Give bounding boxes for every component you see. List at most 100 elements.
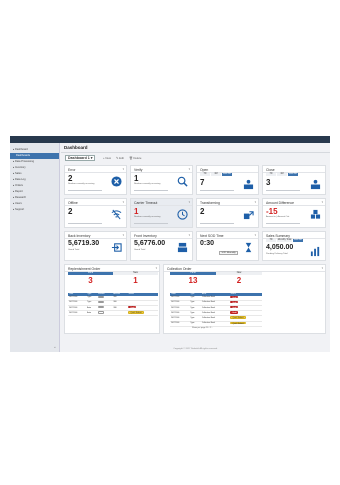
number-input[interactable]: [97, 295, 104, 298]
close-card[interactable]: Close 7D 1M Last 6D 3: [262, 165, 326, 195]
tab-monthly-total[interactable]: Monthly Total: [277, 239, 293, 242]
card-menu-icon[interactable]: ▾: [322, 266, 323, 270]
error-card[interactable]: Error ▾ 2 Number currently occurring: [64, 165, 127, 195]
carrier-timeout-count: 1: [134, 207, 139, 216]
status-badge[interactable]: Hold: [230, 311, 239, 314]
dashboard-select[interactable]: Dashboard 1 ▾: [65, 155, 95, 161]
app-window: ▸ Dashboard Dashboards ▸ Data Processing…: [10, 136, 330, 352]
header-divider: [61, 152, 330, 153]
collection-table: Order Type Bank Status 20171106 Type Colle…: [170, 293, 262, 327]
error-x-icon: [111, 176, 122, 187]
verify-count: 1: [134, 174, 139, 183]
card-menu-icon[interactable]: ▾: [189, 233, 190, 237]
sales-summary-value: 4,050.00: [266, 244, 294, 251]
type-cell: Type: [189, 321, 201, 327]
tab-7d[interactable]: 7D: [266, 239, 277, 242]
open-count: 7: [200, 178, 205, 187]
orders-tabs: Pend New: [170, 272, 262, 275]
amount-cell: [112, 310, 128, 317]
card-menu-icon[interactable]: ▾: [189, 167, 190, 171]
pend-tab[interactable]: Pend: [170, 272, 216, 275]
tab-1m[interactable]: 1M: [211, 173, 222, 176]
status-badge[interactable]: Hold: [128, 306, 137, 309]
card-menu-icon[interactable]: ▾: [322, 200, 323, 204]
pend-count: 13: [188, 276, 198, 285]
card-title: Carrier Timeout: [134, 200, 158, 205]
sidebar: ▸ Dashboard Dashboards ▸ Data Processing…: [10, 143, 60, 352]
card-menu-icon[interactable]: ▾: [189, 200, 190, 204]
front-inventory-card[interactable]: Front Inventory ▾ 5,6776.00 Grand Total: [130, 231, 193, 261]
sidebar-item-support[interactable]: ▸ Support: [10, 207, 59, 213]
error-count: 2: [68, 174, 73, 183]
transform-icon: [243, 211, 254, 220]
status-badge[interactable]: Hold: [230, 295, 239, 299]
collection-order-card: Collection Order ▾ Pend New 13 2 Order T…: [163, 264, 326, 334]
top-bar: [10, 136, 330, 143]
sales-range-tabs: 7D Monthly Total Last 6D: [266, 239, 304, 242]
number-input[interactable]: [97, 311, 104, 314]
card-menu-icon[interactable]: ▾: [123, 200, 124, 204]
next-sod-value: 0:30: [200, 240, 215, 247]
status-badge[interactable]: Quick Submit: [230, 316, 246, 319]
open-range-tabs: 7D 1M Last 6D: [200, 173, 233, 176]
status-badge[interactable]: Quick Submit: [128, 311, 144, 314]
number-input[interactable]: [97, 300, 104, 304]
next-sod-card[interactable]: Next SOD Time ▾ 0:30 SOD Manually: [196, 231, 259, 261]
new-button[interactable]: + New: [103, 156, 111, 160]
card-bar: [266, 189, 300, 191]
pend-tab[interactable]: Pend: [68, 272, 113, 275]
offline-card[interactable]: Offline ▾ 2: [64, 198, 127, 228]
front-inventory-value: 5,6776.00: [134, 240, 166, 247]
clock-icon: [177, 209, 188, 220]
card-title: Error: [68, 167, 76, 172]
verify-card[interactable]: Verify ▾ 1 Number currently occurring: [130, 165, 193, 195]
tab-last-6d[interactable]: Last 6D: [288, 173, 299, 176]
tab-last-6d[interactable]: Last 6D: [293, 239, 304, 242]
card-title: Amount Difference: [266, 200, 295, 205]
pagination[interactable]: Show per page 10 ‹ 1 ›: [192, 327, 212, 329]
back-inventory-card[interactable]: Back Inventory ▾ 5,6719.30 Grand Total: [64, 231, 127, 261]
sod-manually-button[interactable]: SOD Manually: [219, 250, 239, 256]
card-menu-icon[interactable]: ▾: [255, 233, 256, 237]
tab-last-6d[interactable]: Last 6D: [222, 173, 233, 176]
table-row[interactable]: 20171106 Auto Quick Submit: [68, 310, 158, 317]
status-badge[interactable]: Hold: [230, 306, 239, 309]
card-divider: [131, 205, 192, 206]
boxes-icon: [310, 209, 321, 219]
card-title: Verify: [134, 167, 143, 172]
card-divider: [263, 205, 325, 206]
table-row[interactable]: 20171106 Type Collection Bank Quick Submit: [170, 321, 262, 327]
card-menu-icon[interactable]: ▾: [123, 233, 124, 237]
transforming-card[interactable]: Transforming ▾ 2: [196, 198, 259, 228]
page-title: Dashboard: [64, 145, 88, 150]
tab-1m[interactable]: 1M: [277, 173, 288, 176]
sidebar-collapse-button[interactable]: «: [54, 345, 56, 349]
card-menu-icon[interactable]: ▾: [255, 200, 256, 204]
number-cell: [96, 310, 113, 317]
card-menu-icon[interactable]: ▾: [156, 266, 157, 270]
new-tab[interactable]: New: [113, 272, 158, 275]
card-bar: [134, 189, 168, 191]
new-count: 2: [236, 276, 242, 285]
new-tab[interactable]: New: [216, 272, 262, 275]
transforming-count: 2: [200, 207, 205, 216]
sales-summary-card[interactable]: Sales Summary 7D Monthly Total Last 6D 4…: [262, 231, 326, 261]
pend-count: 3: [88, 276, 93, 285]
status-badge[interactable]: Hold: [230, 300, 239, 304]
card-menu-icon[interactable]: ▾: [123, 167, 124, 171]
tab-7d[interactable]: 7D: [200, 173, 211, 176]
delete-button[interactable]: 🗑 Delete: [129, 156, 141, 160]
card-title: Back Inventory: [68, 233, 91, 238]
card-title: Replenishment Order: [68, 266, 101, 271]
carrier-timeout-card[interactable]: Carrier Timeout ▾ 1 Number currently occ…: [130, 198, 193, 228]
open-card[interactable]: Open 7D 1M Last 6D 7: [196, 165, 259, 195]
replenishment-order-card: Replenishment Order ▾ Pend New 3 1 Orde …: [64, 264, 160, 334]
number-input[interactable]: [97, 306, 104, 309]
card-subtitle: Grand Total: [134, 249, 146, 251]
amount-difference-card[interactable]: Amount Difference ▾ -15 Amount in | Amou…: [262, 198, 326, 228]
card-title: Close: [266, 167, 275, 172]
edit-button[interactable]: ✎ Edit: [116, 156, 124, 160]
card-subtitle: Number currently occurring: [134, 183, 161, 185]
tab-7d[interactable]: 7D: [266, 173, 277, 176]
status-badge[interactable]: Quick Submit: [230, 321, 246, 325]
